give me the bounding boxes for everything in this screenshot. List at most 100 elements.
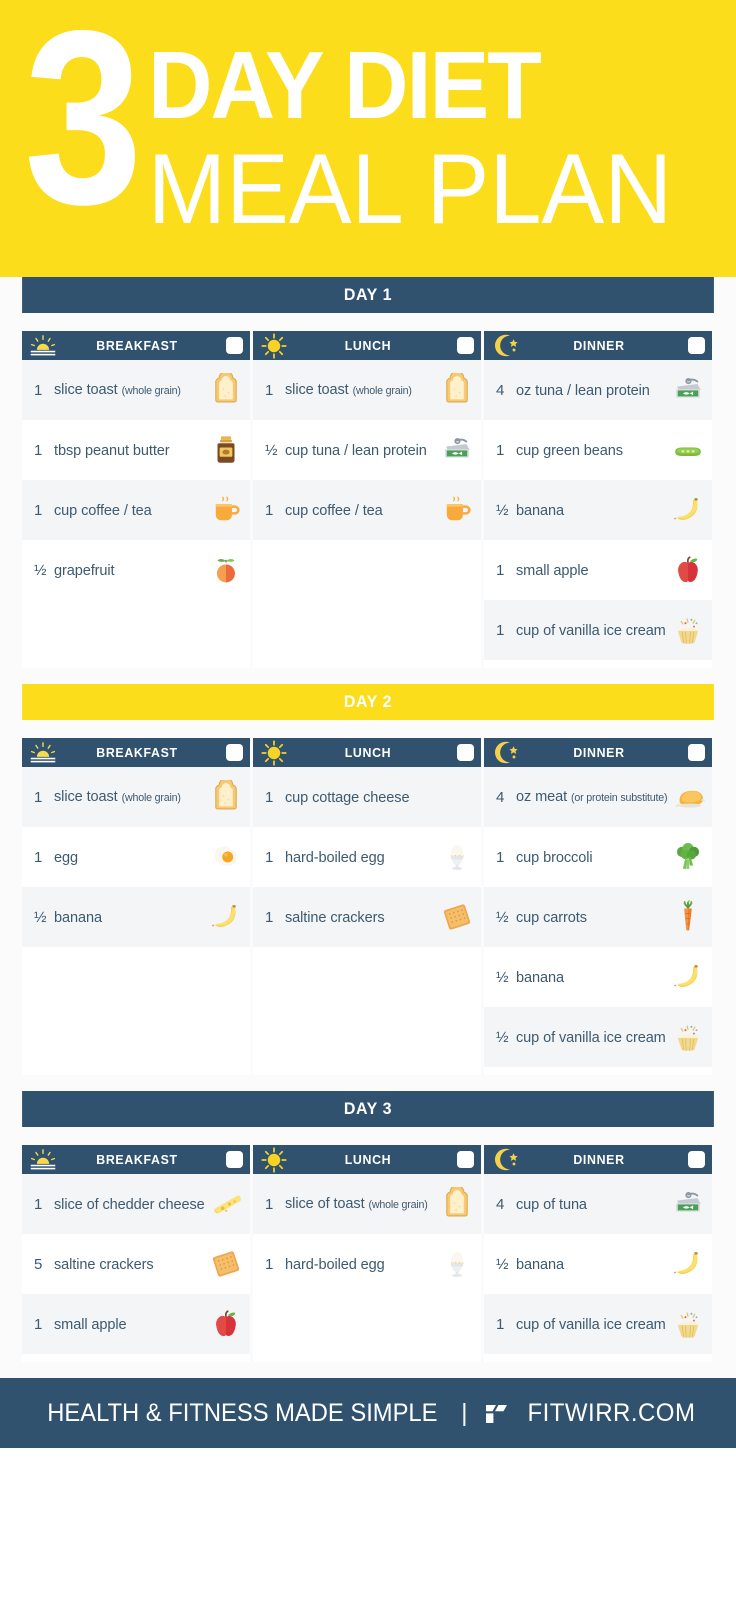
item-quantity: ½ [496,1255,509,1273]
meal-item-row[interactable]: ½ banana [22,887,250,947]
meal-item-row[interactable]: 1 egg [22,827,250,887]
item-quantity: 1 [34,441,43,459]
meal-item-row[interactable]: 1 slice toast (whole grain) [253,360,481,420]
item-label: cup of vanilla ice cream [516,1316,666,1333]
boiled-egg-icon [439,839,475,875]
meal-item-row[interactable]: 1 cup of vanilla ice cream [484,1294,712,1354]
item-quantity: ½ [496,1028,509,1046]
meal-item-row[interactable]: ½ banana [484,947,712,1007]
meal-item-row[interactable]: 1 saltine crackers [253,887,481,947]
meal-item-list: 1 cup cottage cheese 1 hard-boiled egg 1 salt… [253,767,481,1075]
item-quantity: ½ [496,908,509,926]
item-quantity: 1 [496,561,505,579]
grapefruit-icon [208,552,244,588]
meal-item-row[interactable]: 1 hard-boiled egg [253,1234,481,1294]
meal-card-filler [22,947,250,1075]
meal-item-row[interactable]: 1 cup broccoli [484,827,712,887]
item-quantity: ½ [34,908,47,926]
meal-item-list: 1 slice of toast (whole grain) 1 hard-boile… [253,1174,481,1362]
meal-checkbox[interactable] [226,744,243,761]
meal-card-dinner: DINNER 4 oz tuna / lean protein 1 cup green … [484,331,712,668]
meal-card-header: BREAKFAST [22,738,250,767]
item-label-text: tbsp peanut butter [54,441,170,459]
green-beans-icon [670,432,706,468]
meal-item-row[interactable]: 5 saltine crackers [22,1234,250,1294]
item-label-text: oz tuna / lean protein [516,381,650,399]
item-label: slice toast (whole grain) [54,788,203,807]
meal-checkbox[interactable] [226,337,243,354]
meal-item-row[interactable]: 1 cup green beans [484,420,712,480]
meal-item-row[interactable]: 1 slice of toast (whole grain) [253,1174,481,1234]
meal-item-row[interactable]: 1 cup cottage cheese [253,767,481,827]
meal-item-row[interactable]: ½ banana [484,1234,712,1294]
day-meals-row-3: BREAKFAST 1 slice of chedder cheese 5 saltin… [0,1127,736,1378]
meal-checkbox[interactable] [457,744,474,761]
meal-title: DINNER [573,338,625,353]
tuna-can-icon [670,1186,706,1222]
item-label-text: small apple [516,561,589,579]
meal-checkbox[interactable] [688,337,705,354]
item-label: oz tuna / lean protein [516,382,665,399]
item-label-text: banana [516,1255,564,1273]
meal-card-filler [253,947,481,1075]
meal-card-header: DINNER [484,331,712,360]
coffee-mug-icon [208,492,244,528]
meal-item-row[interactable]: 1 slice toast (whole grain) [22,360,250,420]
ice-cream-icon [670,1019,706,1055]
meal-item-row[interactable]: ½ cup of vanilla ice cream [484,1007,712,1067]
meal-checkbox[interactable] [457,1151,474,1168]
item-quantity: ½ [265,441,278,459]
meal-item-row[interactable]: 1 small apple [22,1294,250,1354]
item-label: grapefruit [54,562,203,579]
meal-item-row[interactable]: 1 slice of chedder cheese [22,1174,250,1234]
item-label-text: slice toast [54,380,118,398]
footer-separator: | [461,1398,468,1427]
tuna-can-icon [670,372,706,408]
meal-item-row[interactable]: 1 small apple [484,540,712,600]
meal-item-row[interactable]: 4 cup of tuna [484,1174,712,1234]
meal-item-row[interactable]: 4 oz meat (or protein substitute) [484,767,712,827]
toast-icon [439,1186,475,1222]
roast-chicken-icon [672,779,708,815]
item-quantity: 1 [265,848,274,866]
item-quantity: ½ [34,561,47,579]
item-label-text: banana [516,968,564,986]
meal-card-filler [253,540,481,668]
item-label-text: cup coffee / tea [54,501,152,519]
meal-item-list: 4 cup of tuna ½ banana 1 cup of vanilla ice c… [484,1174,712,1362]
meal-checkbox[interactable] [688,1151,705,1168]
meal-card-breakfast: BREAKFAST 1 slice of chedder cheese 5 saltin… [22,1145,250,1362]
item-label-text: banana [54,908,102,926]
meal-item-row[interactable]: 1 hard-boiled egg [253,827,481,887]
meal-item-row[interactable]: 1 cup of vanilla ice cream [484,600,712,660]
meal-item-row[interactable]: 4 oz tuna / lean protein [484,360,712,420]
item-label: slice toast (whole grain) [285,381,434,400]
meal-item-row[interactable]: 1 tbsp peanut butter [22,420,250,480]
item-quantity: 1 [265,1255,274,1273]
meal-item-row[interactable]: ½ banana [484,480,712,540]
item-label: hard-boiled egg [285,849,434,866]
meal-title: DINNER [573,745,625,760]
footer-brand: FITWIRR.COM [527,1398,696,1427]
item-label: banana [54,909,203,926]
meal-item-row[interactable]: 1 slice toast (whole grain) [22,767,250,827]
day-meals-row-2: BREAKFAST 1 slice toast (whole grain) 1 egg ½… [0,720,736,1091]
meal-item-row[interactable]: 1 cup coffee / tea [22,480,250,540]
meal-card-breakfast: BREAKFAST 1 slice toast (whole grain) 1 egg ½… [22,738,250,1075]
item-label: banana [516,1256,665,1273]
meal-checkbox[interactable] [226,1151,243,1168]
item-label: cup of vanilla ice cream [516,1029,666,1046]
item-quantity: 4 [496,381,505,399]
meal-checkbox[interactable] [457,337,474,354]
item-label: banana [516,502,665,519]
meal-item-row[interactable]: ½ cup tuna / lean protein [253,420,481,480]
meal-card-header: BREAKFAST [22,331,250,360]
meal-item-list: 4 oz meat (or protein substitute) 1 cup bro… [484,767,712,1075]
meal-item-row[interactable]: ½ grapefruit [22,540,250,600]
meal-item-row[interactable]: 1 cup coffee / tea [253,480,481,540]
ice-cream-icon [670,1306,706,1342]
meal-card-filler [484,660,712,668]
meal-title: DINNER [573,1152,625,1167]
meal-item-row[interactable]: ½ cup carrots [484,887,712,947]
meal-checkbox[interactable] [688,744,705,761]
